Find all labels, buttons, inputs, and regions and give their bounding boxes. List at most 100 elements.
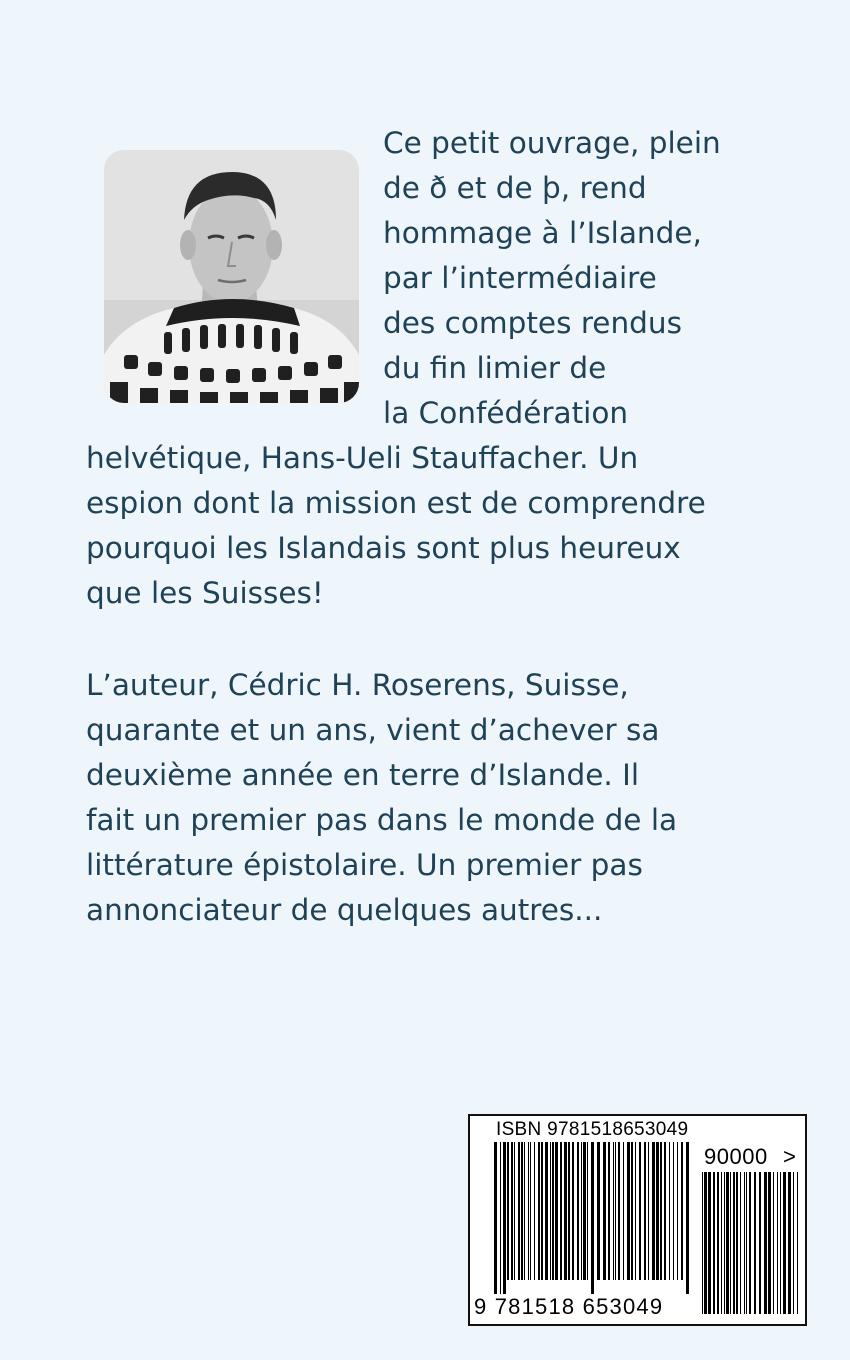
barcode-bar <box>545 1142 548 1280</box>
back-cover: Ce petit ouvrage, plein de ð et de þ, re… <box>0 0 850 1360</box>
barcode-bar <box>597 1142 600 1280</box>
price-code: 90000 <box>704 1144 768 1169</box>
blurb-line: espion dont la mission est de comprendre <box>86 486 706 520</box>
barcode-bars <box>494 1142 689 1294</box>
addon-barcode-bar <box>759 1172 761 1314</box>
barcode-bar <box>500 1142 501 1294</box>
barcode-bar <box>660 1142 662 1280</box>
barcode-bar <box>644 1142 646 1280</box>
addon-barcode-bar <box>793 1172 794 1314</box>
barcode-bar <box>652 1142 655 1280</box>
blurb-line: que les Suisses! <box>86 576 324 610</box>
bio-line: fait un premier pas dans le monde de la <box>86 803 678 837</box>
barcode-bar <box>572 1142 574 1280</box>
barcode-bar <box>677 1142 678 1280</box>
blurb-full-width: helvétique, Hans-Ueli Stauffacher. Un es… <box>86 436 706 616</box>
barcode-bar <box>534 1142 535 1280</box>
barcode-bar <box>541 1142 543 1280</box>
addon-barcode-bar <box>704 1172 707 1314</box>
author-photo <box>104 150 359 403</box>
author-bio: L’auteur, Cédric H. Roserens, Suisse, qu… <box>86 663 677 933</box>
addon-barcode-bar <box>777 1172 778 1314</box>
barcode-bar <box>627 1142 630 1280</box>
addon-barcode-bar <box>788 1172 791 1314</box>
barcode-bar <box>608 1142 610 1280</box>
barcode-bar <box>514 1142 515 1280</box>
addon-barcode-bar <box>702 1172 703 1314</box>
barcode-bar <box>623 1142 624 1280</box>
addon-barcode-bar <box>746 1172 747 1314</box>
bio-line: deuxième année en terre d’Islande. Il <box>86 758 640 792</box>
addon-barcode-bar <box>740 1172 741 1314</box>
barcode-bar <box>591 1142 594 1294</box>
barcode-bar <box>615 1142 616 1280</box>
barcode-bar <box>555 1142 558 1280</box>
addon-barcode-bar <box>773 1172 774 1314</box>
barcode-bar <box>530 1142 531 1280</box>
barcode-bar <box>587 1142 588 1280</box>
barcode-bar <box>503 1142 506 1294</box>
addon-barcode-bar <box>730 1172 731 1314</box>
addon-barcode-bar <box>721 1172 722 1314</box>
addon-barcode-bar <box>708 1172 711 1314</box>
barcode-bar <box>550 1142 551 1280</box>
price-arrow: > <box>783 1144 796 1169</box>
barcode-bar <box>656 1142 659 1280</box>
barcode-bar <box>603 1142 606 1280</box>
addon-barcode-bar <box>754 1172 756 1314</box>
barcode-bar <box>673 1142 674 1280</box>
addon-barcode-bar <box>717 1172 719 1314</box>
barcode-bar <box>613 1142 614 1280</box>
isbn-barcode: ISBN 9781518653049 90000 > 9 781518 6530… <box>468 1114 807 1326</box>
blurb-line: la Confédération <box>383 396 629 430</box>
barcode-bar <box>681 1142 683 1280</box>
barcode-bar <box>511 1142 513 1280</box>
blurb-line: par l’intermédiaire <box>383 261 657 295</box>
barcode-bar <box>524 1142 525 1280</box>
addon-barcode-bar <box>713 1172 715 1314</box>
blurb-line: des comptes rendus <box>383 306 682 340</box>
addon-barcode-bar <box>724 1172 725 1314</box>
barcode-bar <box>669 1142 670 1280</box>
barcode-bar <box>552 1142 554 1280</box>
addon-barcode-bar <box>749 1172 751 1314</box>
blurb-right-column: Ce petit ouvrage, plein de ð et de þ, re… <box>383 121 721 436</box>
addon-barcode-bar <box>733 1172 735 1314</box>
barcode-bar <box>648 1142 649 1280</box>
blurb-line: pourquoi les Islandais sont plus heureux <box>86 531 681 565</box>
bio-line: L’auteur, Cédric H. Roserens, Suisse, <box>86 668 629 702</box>
barcode-bar <box>577 1142 579 1280</box>
barcode-bar <box>521 1142 523 1280</box>
barcode-bar <box>635 1142 636 1280</box>
addon-barcode-bar <box>797 1172 798 1314</box>
bio-line: annonciateur de quelques autres... <box>86 893 603 927</box>
barcode-bar <box>507 1142 509 1280</box>
barcode-bar <box>568 1142 570 1280</box>
blurb-line: du fin limier de <box>383 351 607 385</box>
barcode-bar <box>564 1142 567 1280</box>
addon-barcode-bar <box>726 1172 729 1314</box>
addon-barcode-bar <box>736 1172 738 1314</box>
bio-line: littérature épistolaire. Un premier pas <box>86 848 643 882</box>
barcode-bar <box>581 1142 582 1280</box>
barcode-bar <box>538 1142 540 1280</box>
barcode-bar <box>560 1142 562 1280</box>
barcode-bar <box>639 1142 641 1280</box>
addon-barcode-bar <box>780 1172 781 1314</box>
barcode-bar <box>494 1142 497 1294</box>
barcode-bar <box>528 1142 529 1280</box>
author-portrait-image <box>104 150 359 403</box>
blurb-line: Ce petit ouvrage, plein <box>383 126 721 160</box>
blurb-line: de ð et de þ, rend <box>383 171 647 205</box>
barcode-bar <box>631 1142 633 1280</box>
blurb-line: helvétique, Hans-Ueli Stauffacher. Un <box>86 441 639 475</box>
barcode-bar <box>518 1142 520 1280</box>
barcode-bar <box>583 1142 586 1280</box>
barcode-bar <box>686 1142 689 1294</box>
addon-barcode-bar <box>764 1172 767 1314</box>
blurb-line: hommage à l’Islande, <box>383 216 702 250</box>
isbn-digits: 9 781518 653049 <box>474 1294 664 1319</box>
addon-barcode-bar <box>783 1172 786 1314</box>
addon-barcode-bar <box>768 1172 771 1314</box>
barcode-bar <box>618 1142 620 1280</box>
